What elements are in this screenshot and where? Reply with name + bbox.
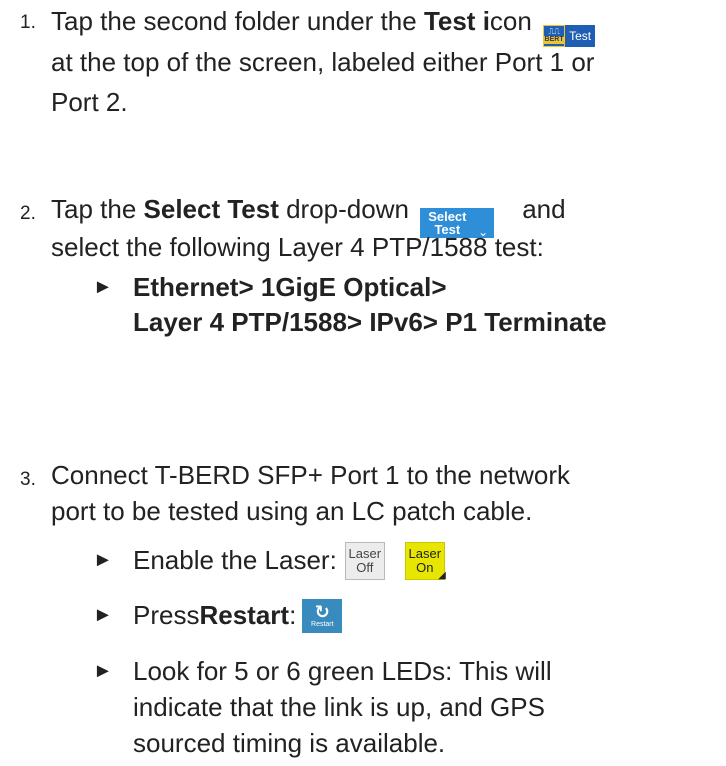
led-instruction-line: Look for 5 or 6 green LEDs: This will bbox=[133, 656, 552, 686]
step-number: 2. bbox=[20, 203, 36, 224]
restart-icon: ↻ bbox=[314, 601, 330, 622]
step-text-line: Connect T-BERD SFP+ Port 1 to the networ… bbox=[51, 460, 571, 490]
bert-badge-icon: ⎍⎍ BERT bbox=[543, 25, 566, 47]
bullet-arrow-icon: ► bbox=[93, 549, 113, 571]
bullet-arrow-icon: ► bbox=[93, 604, 113, 626]
text: drop-down bbox=[278, 194, 409, 224]
laser-on-button: Laser On ◢ bbox=[404, 541, 446, 581]
step-number: 1. bbox=[20, 12, 36, 33]
text: Tap the second folder under the bbox=[51, 6, 424, 36]
text: and bbox=[522, 194, 566, 224]
bold-text: Test i bbox=[423, 6, 490, 36]
led-instruction-line: sourced timing is available. bbox=[133, 728, 446, 758]
step-text-line: Tap the second folder under the Test ico… bbox=[51, 4, 596, 47]
test-path: Layer 4 PTP/1588> IPv6> P1 Terminate bbox=[133, 307, 607, 337]
laser-off-button: Laser Off bbox=[344, 541, 385, 580]
press-restart-row: Press Restart: ↻ Restart bbox=[133, 593, 343, 638]
text: con bbox=[489, 6, 532, 36]
step-number: 3. bbox=[20, 469, 36, 490]
test-path: Ethernet> 1GigE Optical> bbox=[133, 272, 447, 302]
bullet-arrow-icon: ► bbox=[93, 660, 113, 682]
bert-test-icon: ⎍⎍ BERT Test bbox=[543, 25, 596, 47]
text: Tap the bbox=[51, 194, 144, 224]
step-text-line: Port 2. bbox=[51, 87, 128, 117]
restart-button: ↻ Restart bbox=[302, 598, 343, 633]
step-text-line: port to be tested using an LC patch cabl… bbox=[51, 496, 533, 526]
bold-text: Select Test bbox=[143, 194, 279, 224]
bullet-arrow-icon: ► bbox=[93, 276, 113, 298]
test-icon-label: Test bbox=[565, 25, 596, 47]
cursor-icon: ◢ bbox=[438, 569, 446, 581]
step-text-line: select the following Layer 4 PTP/1588 te… bbox=[51, 232, 544, 262]
enable-laser-row: Enable the Laser: Laser Off Laser On ◢ bbox=[133, 538, 446, 583]
led-instruction-line: indicate that the link is up, and GPS bbox=[133, 692, 545, 722]
step-text-line: at the top of the screen, labeled either… bbox=[51, 47, 595, 77]
